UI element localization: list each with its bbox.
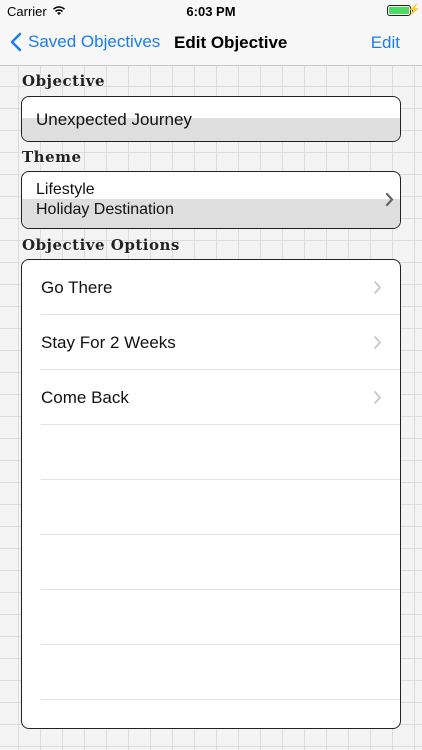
empty-row — [41, 480, 400, 535]
empty-row — [41, 590, 400, 645]
objective-section-label: Objective — [22, 72, 106, 90]
status-bar: Carrier 6:03 PM ⚡ — [0, 0, 422, 22]
list-item-label: Come Back — [41, 388, 129, 407]
empty-row — [41, 645, 400, 700]
list-item[interactable]: Stay For 2 Weeks — [41, 315, 400, 370]
back-button-label: Saved Objectives — [28, 32, 161, 51]
list-item-label: Go There — [41, 278, 113, 297]
chevron-right-icon — [374, 391, 381, 404]
objective-value: Unexpected Journey — [36, 110, 192, 129]
theme-section-label: Theme — [22, 148, 82, 166]
empty-row — [41, 535, 400, 590]
charging-icon: ⚡ — [407, 4, 421, 16]
options-section-label: Objective Options — [22, 236, 180, 254]
list-item[interactable]: Go There — [41, 260, 400, 315]
back-button[interactable]: Saved Objectives — [10, 32, 160, 52]
objective-field[interactable]: Unexpected Journey — [21, 96, 401, 142]
options-list: Go There Stay For 2 Weeks Come Back — [21, 259, 401, 729]
theme-line-1: Lifestyle — [36, 181, 95, 198]
chevron-left-icon — [10, 32, 22, 52]
chevron-right-icon — [374, 336, 381, 349]
chevron-right-icon — [374, 281, 381, 294]
chevron-right-icon — [385, 192, 394, 207]
edit-button[interactable]: Edit — [371, 33, 400, 53]
list-item[interactable]: Come Back — [41, 370, 400, 425]
list-item-label: Stay For 2 Weeks — [41, 333, 176, 352]
theme-line-2: Holiday Destination — [36, 201, 174, 218]
status-time: 6:03 PM — [186, 4, 236, 19]
theme-selector[interactable]: Lifestyle Holiday Destination — [21, 171, 401, 229]
page-title: Edit Objective — [174, 33, 288, 52]
navigation-bar: Saved Objectives Edit Objective Edit — [0, 22, 422, 66]
empty-row — [41, 425, 400, 480]
